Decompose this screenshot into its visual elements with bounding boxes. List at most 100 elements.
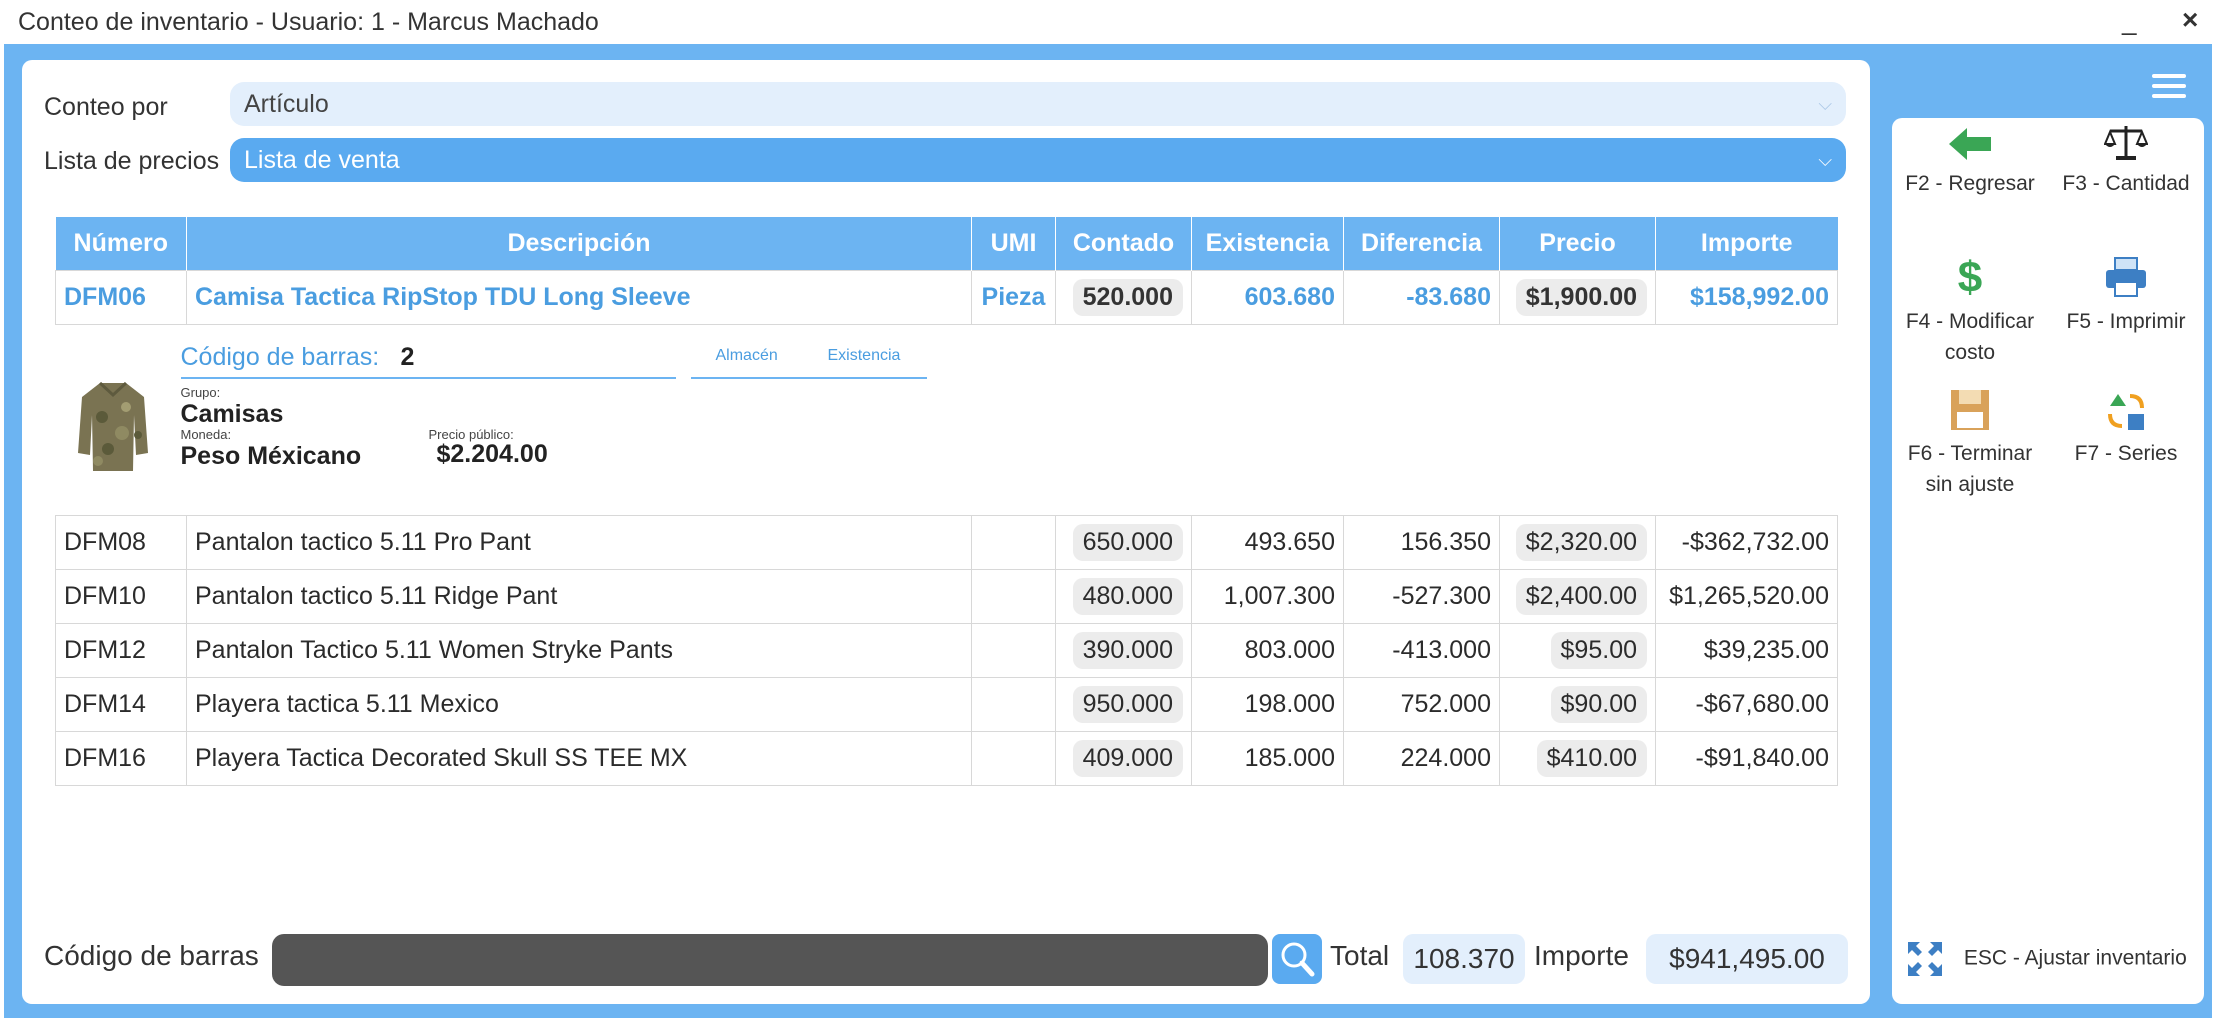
table-header: Número Descripción UMI Contado Existenci… — [55, 217, 1838, 271]
table-row-selected[interactable]: DFM06 Camisa Tactica RipStop TDU Long Sl… — [55, 270, 1838, 325]
col-diferencia[interactable]: Diferencia — [1343, 217, 1500, 271]
search-button[interactable] — [1272, 934, 1322, 984]
cell-contado[interactable]: 409.000 — [1072, 740, 1183, 777]
cell-contado-wrap: 390.000 — [1055, 623, 1192, 678]
col-precio[interactable]: Precio — [1499, 217, 1656, 271]
cell-diferencia: 752.000 — [1343, 677, 1500, 732]
cell-importe: -$91,840.00 — [1655, 731, 1838, 786]
col-umi[interactable]: UMI — [971, 217, 1056, 271]
cell-precio[interactable]: $2,400.00 — [1515, 578, 1647, 615]
lista-precios-select[interactable]: Lista de venta ⌵ — [230, 138, 1846, 182]
moneda-value: Peso Méxicano — [180, 442, 362, 470]
col-existencia[interactable]: Existencia — [1191, 217, 1344, 271]
table-row[interactable]: DFM08 Pantalon tactico 5.11 Pro Pant 650.0… — [55, 515, 1838, 570]
expand-icon — [1908, 942, 1942, 976]
table-row[interactable]: DFM10 Pantalon tactico 5.11 Ridge Pant 480… — [55, 569, 1838, 624]
cell-contado[interactable]: 950.000 — [1072, 686, 1183, 723]
cell-precio-wrap: $2,320.00 — [1499, 515, 1656, 570]
cell-descripcion: Pantalon tactico 5.11 Ridge Pant — [186, 569, 972, 624]
table-row[interactable]: DFM12 Pantalon Tactico 5.11 Women Stryke … — [55, 623, 1838, 678]
cell-precio-wrap: $2,400.00 — [1499, 569, 1656, 624]
conteo-por-select[interactable]: Artículo ⌵ — [230, 82, 1846, 126]
cell-contado-wrap: 650.000 — [1055, 515, 1192, 570]
precio-publico-value: $2.204.00 — [436, 440, 548, 468]
minimize-button[interactable]: _ — [2122, 6, 2136, 37]
chevron-down-icon: ⌵ — [1818, 150, 1832, 170]
esc-label: ESC - Ajustar inventario — [1963, 946, 2187, 970]
cell-existencia: 185.000 — [1191, 731, 1344, 786]
f7-series-button[interactable]: F7 - Series — [2050, 388, 2202, 469]
col-descripcion[interactable]: Descripción — [186, 217, 972, 271]
conteo-por-label: Conteo por — [44, 93, 168, 121]
cell-diferencia: 156.350 — [1343, 515, 1500, 570]
lista-precios-value: Lista de venta — [244, 146, 400, 174]
f5-imprimir-button[interactable]: F5 - Imprimir — [2050, 256, 2202, 337]
detail-barcode-underline — [180, 377, 676, 379]
col-contado[interactable]: Contado — [1055, 217, 1192, 271]
cell-contado[interactable]: 390.000 — [1072, 632, 1183, 669]
esc-ajustar-inventario-button[interactable]: ESC - Ajustar inventario — [1906, 940, 2196, 978]
total-label: Total — [1330, 940, 1390, 971]
cell-contado[interactable]: 520.000 — [1072, 279, 1183, 316]
cell-precio[interactable]: $2,320.00 — [1515, 524, 1647, 561]
col-numero[interactable]: Número — [55, 217, 187, 271]
cell-numero: DFM12 — [55, 623, 187, 678]
tab-almacen[interactable]: Almacén — [716, 347, 778, 365]
cell-diferencia: -527.300 — [1343, 569, 1500, 624]
cell-contado-wrap: 409.000 — [1055, 731, 1192, 786]
save-icon — [1951, 390, 1989, 430]
f7-label: F7 - Series — [2074, 442, 2178, 465]
f3-cantidad-button[interactable]: F3 - Cantidad — [2050, 122, 2202, 199]
series-icon — [2108, 394, 2144, 430]
cell-precio-wrap: $1,900.00 — [1499, 270, 1656, 325]
cell-existencia: 803.000 — [1191, 623, 1344, 678]
table-row[interactable]: DFM16 Playera Tactica Decorated Skull SS … — [55, 731, 1838, 786]
cell-descripcion: Playera tactica 5.11 Mexico — [186, 677, 972, 732]
cell-descripcion: Camisa Tactica RipStop TDU Long Sleeve — [186, 270, 972, 325]
menu-icon[interactable] — [2152, 74, 2186, 100]
conteo-por-value: Artículo — [244, 90, 329, 118]
cell-precio[interactable]: $410.00 — [1536, 740, 1647, 777]
cell-precio[interactable]: $1,900.00 — [1515, 279, 1647, 316]
cell-numero: DFM14 — [55, 677, 187, 732]
barcode-input[interactable] — [272, 934, 1268, 986]
cell-numero: DFM10 — [55, 569, 187, 624]
cell-descripcion: Playera Tactica Decorated Skull SS TEE M… — [186, 731, 972, 786]
cell-precio-wrap: $95.00 — [1499, 623, 1656, 678]
cell-contado[interactable]: 480.000 — [1072, 578, 1183, 615]
table-row[interactable]: DFM14 Playera tactica 5.11 Mexico 950.000 1… — [55, 677, 1838, 732]
col-importe[interactable]: Importe — [1655, 217, 1838, 271]
tabs-underline — [690, 377, 927, 379]
cell-existencia: 198.000 — [1191, 677, 1344, 732]
cell-contado-wrap: 480.000 — [1055, 569, 1192, 624]
f6-label-line2: sin ajuste — [1925, 473, 2015, 496]
f4-modificar-costo-button[interactable]: $ F4 - Modificar costo — [1900, 256, 2040, 368]
f6-terminar-button[interactable]: F6 - Terminar sin ajuste — [1900, 388, 2040, 500]
grupo-label: Grupo: — [180, 385, 221, 400]
lista-precios-label: Lista de precios — [44, 147, 220, 175]
footer-barcode-label: Código de barras — [44, 940, 259, 971]
cell-importe: $1,265,520.00 — [1655, 569, 1838, 624]
close-button[interactable]: × — [2182, 4, 2198, 36]
cell-diferencia: -413.000 — [1343, 623, 1500, 678]
detail-row: Código de barras: 2 Almacén Existencia G… — [55, 324, 1838, 516]
printer-icon — [2106, 257, 2146, 297]
title-bar: Conteo de inventario - Usuario: 1 - Marc… — [0, 0, 2216, 44]
cell-importe: -$362,732.00 — [1655, 515, 1838, 570]
cell-umi — [971, 623, 1056, 678]
tab-existencia[interactable]: Existencia — [828, 347, 901, 365]
cell-contado-wrap: 950.000 — [1055, 677, 1192, 732]
product-detail: Código de barras: 2 Almacén Existencia G… — [56, 326, 1838, 515]
cell-precio[interactable]: $95.00 — [1550, 632, 1647, 669]
cell-contado-wrap: 520.000 — [1055, 270, 1192, 325]
cell-precio[interactable]: $90.00 — [1550, 686, 1647, 723]
cell-umi — [971, 731, 1056, 786]
f3-label: F3 - Cantidad — [2062, 172, 2190, 195]
cell-descripcion: Pantalon Tactico 5.11 Women Stryke Pants — [186, 623, 972, 678]
cell-contado[interactable]: 650.000 — [1072, 524, 1183, 561]
cell-existencia: 493.650 — [1191, 515, 1344, 570]
f2-regresar-button[interactable]: F2 - Regresar — [1900, 126, 2040, 199]
cell-descripcion: Pantalon tactico 5.11 Pro Pant — [186, 515, 972, 570]
actions-panel — [1892, 118, 2204, 1004]
cell-existencia: 1,007.300 — [1191, 569, 1344, 624]
